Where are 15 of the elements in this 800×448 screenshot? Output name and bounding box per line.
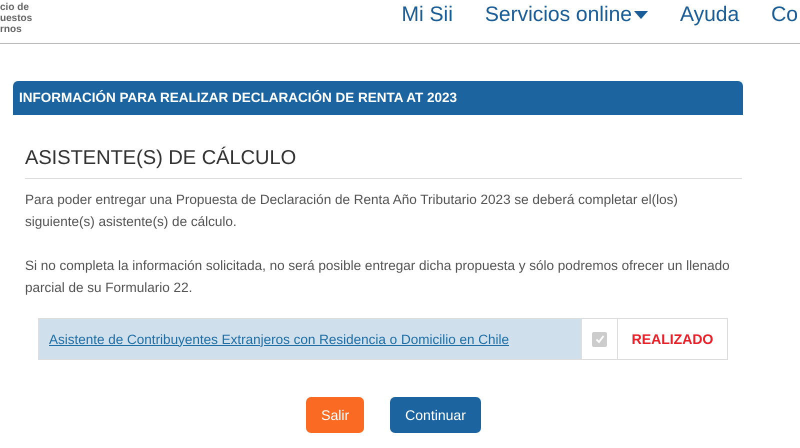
logo-text: uestos xyxy=(0,13,32,24)
continue-button[interactable]: Continuar xyxy=(390,397,481,433)
nav-link[interactable]: Co xyxy=(771,2,798,26)
status-label: REALIZADO xyxy=(617,319,727,359)
nav-link[interactable]: Ayuda xyxy=(680,2,740,26)
check-icon xyxy=(594,334,604,344)
logo-text: cio de xyxy=(0,2,30,13)
caret-icon xyxy=(634,10,648,18)
paragraph: Para poder entregar una Propuesta de Declaración de Renta Año Tributario 2023 se deberá completar el(los) siguiente(s) asistente(s) de cálculo. xyxy=(25,191,679,231)
nav-link[interactable]: Mi Sii xyxy=(402,2,453,26)
section-banner: INFORMACIÓN PARA REALIZAR DECLARACIÓN DE RENTA AT 2023 xyxy=(13,81,743,115)
nav-link[interactable]: Servicios online xyxy=(484,2,648,26)
logo-text: rnos xyxy=(0,24,23,35)
paragraph: Si no completa la información solicitada, no será posible entregar dicha propuesta y sólo podremos ofrecer un llenado parcial de su Formulario 22. xyxy=(25,257,731,297)
section-heading: ASISTENTE(S) DE CÁLCULO xyxy=(25,147,742,179)
